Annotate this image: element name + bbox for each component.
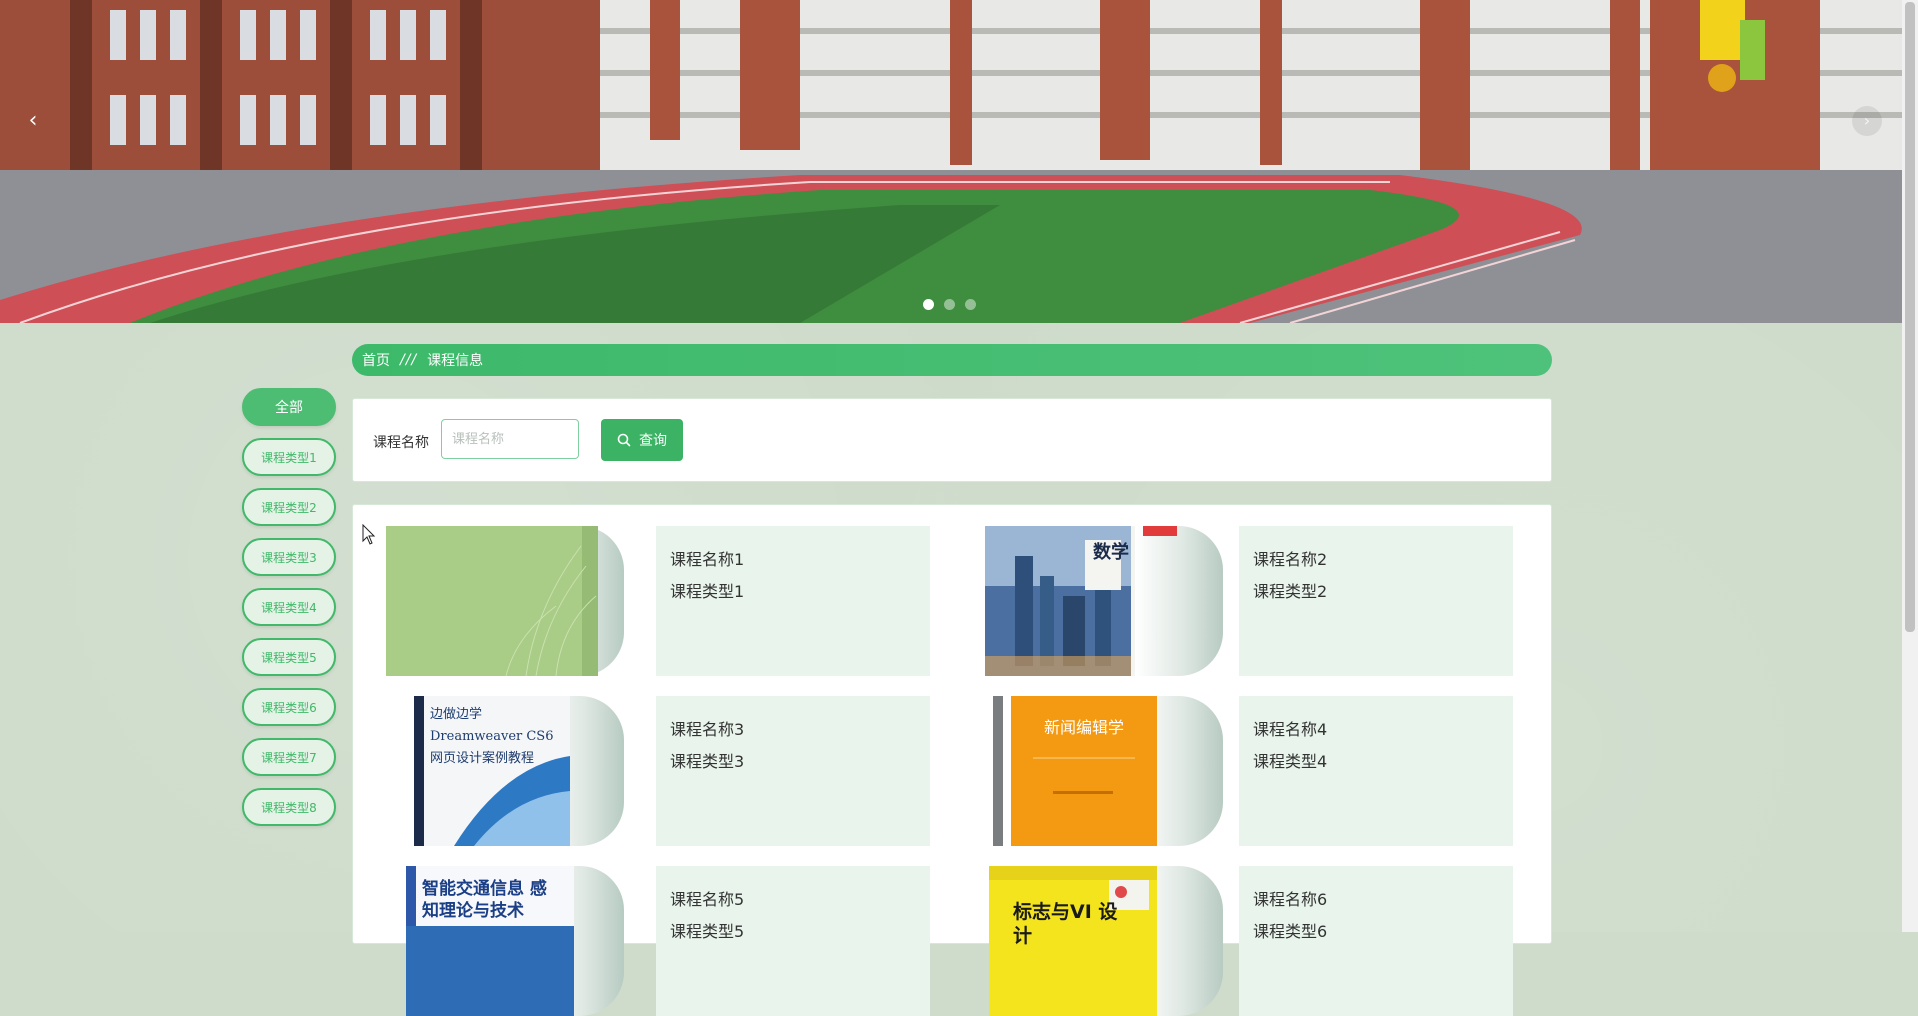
category-type-8-button[interactable]: 课程类型8 <box>242 788 336 826</box>
course-name: 课程名称5 <box>670 890 745 909</box>
banner-next-button[interactable]: › <box>1852 106 1882 136</box>
course-card[interactable]: 智能交通信息 感知理论与技术 课程名称5 课程类型5 <box>386 866 956 1016</box>
banner-indicators <box>923 299 976 310</box>
category-sidebar: 全部 课程类型1 课程类型2 课程类型3 课程类型4 课程类型5 课程类型6 课… <box>242 388 336 838</box>
course-name: 课程名称6 <box>1253 890 1328 909</box>
breadcrumb-separator: /// <box>400 352 418 368</box>
category-type-4-button[interactable]: 课程类型4 <box>242 588 336 626</box>
course-cover[interactable] <box>386 526 624 676</box>
category-all-button[interactable]: 全部 <box>242 388 336 426</box>
course-cover[interactable]: 边做边学 Dreamweaver CS6 网页设计案例教程 <box>386 696 624 846</box>
course-info[interactable]: 课程名称3 课程类型3 <box>656 696 930 846</box>
course-cover[interactable]: 新闻编辑学 <box>985 696 1223 846</box>
course-name: 课程名称4 <box>1253 720 1328 739</box>
book-page-edge <box>1135 526 1223 676</box>
course-name-input[interactable] <box>441 419 579 459</box>
banner-indicator-1[interactable] <box>923 299 934 310</box>
category-type-1-button[interactable]: 课程类型1 <box>242 438 336 476</box>
category-type-3-button[interactable]: 课程类型3 <box>242 538 336 576</box>
breadcrumb: 首页 /// 课程信息 <box>352 344 1552 376</box>
course-cover[interactable]: 智能交通信息 感知理论与技术 <box>386 866 624 1016</box>
course-info[interactable]: 课程名称2 课程类型2 <box>1239 526 1513 676</box>
course-info[interactable]: 课程名称6 课程类型6 <box>1239 866 1513 1016</box>
course-name: 课程名称1 <box>670 550 745 569</box>
course-cover[interactable]: 标志与VI 设计 <box>985 866 1223 1016</box>
search-button[interactable]: 查询 <box>601 419 683 461</box>
course-cover-image <box>386 526 598 676</box>
category-type-7-button[interactable]: 课程类型7 <box>242 738 336 776</box>
course-cover-title: 智能交通信息 感知理论与技术 <box>422 879 547 921</box>
course-name-label: 课程名称 <box>373 435 429 451</box>
category-type-2-button[interactable]: 课程类型2 <box>242 488 336 526</box>
course-cover-title: 数学 <box>1093 542 1129 563</box>
banner-indicator-3[interactable] <box>965 299 976 310</box>
category-type-5-button[interactable]: 课程类型5 <box>242 638 336 676</box>
breadcrumb-home-link[interactable]: 首页 <box>362 350 390 370</box>
course-info[interactable]: 课程名称1 课程类型1 <box>656 526 930 676</box>
category-type-6-button[interactable]: 课程类型6 <box>242 688 336 726</box>
course-type: 课程类型5 <box>670 922 745 941</box>
search-button-label: 查询 <box>639 433 667 449</box>
course-list: 课程名称1 课程类型1 数学 课程名称2 课程类型2 边做边学 Dreamwea… <box>352 504 1555 1016</box>
course-info[interactable]: 课程名称4 课程类型4 <box>1239 696 1513 846</box>
course-type: 课程类型6 <box>1253 922 1328 941</box>
course-cover[interactable]: 数学 <box>985 526 1223 676</box>
banner-prev-button[interactable]: ‹ <box>18 106 48 136</box>
course-name: 课程名称3 <box>670 720 745 739</box>
course-type: 课程类型4 <box>1253 752 1328 771</box>
course-type: 课程类型2 <box>1253 582 1328 601</box>
course-cover-title: 标志与VI 设计 <box>1013 901 1118 947</box>
course-name: 课程名称2 <box>1253 550 1328 569</box>
banner-indicator-2[interactable] <box>944 299 955 310</box>
course-cover-title: 边做边学 Dreamweaver CS6 网页设计案例教程 <box>430 707 554 766</box>
scrollbar-thumb[interactable] <box>1905 2 1915 632</box>
course-cover-title: 新闻编辑学 <box>1043 718 1124 737</box>
cover-sticker <box>1143 526 1177 536</box>
breadcrumb-current: 课程信息 <box>427 353 484 369</box>
course-card[interactable]: 新闻编辑学 课程名称4 课程类型4 <box>985 696 1555 846</box>
course-card[interactable]: 边做边学 Dreamweaver CS6 网页设计案例教程 课程名称3 课程类型… <box>386 696 956 846</box>
course-card[interactable]: 课程名称1 课程类型1 <box>386 526 956 676</box>
search-panel: 课程名称 查询 <box>352 398 1552 482</box>
mouse-cursor-icon <box>362 524 376 545</box>
course-type: 课程类型3 <box>670 752 745 771</box>
course-card[interactable]: 标志与VI 设计 课程名称6 课程类型6 <box>985 866 1555 1016</box>
search-icon <box>617 433 631 447</box>
chevron-left-icon: ‹ <box>28 108 38 133</box>
course-info[interactable]: 课程名称5 课程类型5 <box>656 866 930 1016</box>
banner-carousel[interactable]: ‹ › <box>0 0 1902 323</box>
banner-image <box>0 0 1902 323</box>
course-card[interactable]: 数学 课程名称2 课程类型2 <box>985 526 1555 676</box>
chevron-right-icon: › <box>1863 111 1871 130</box>
course-type: 课程类型1 <box>670 582 745 601</box>
